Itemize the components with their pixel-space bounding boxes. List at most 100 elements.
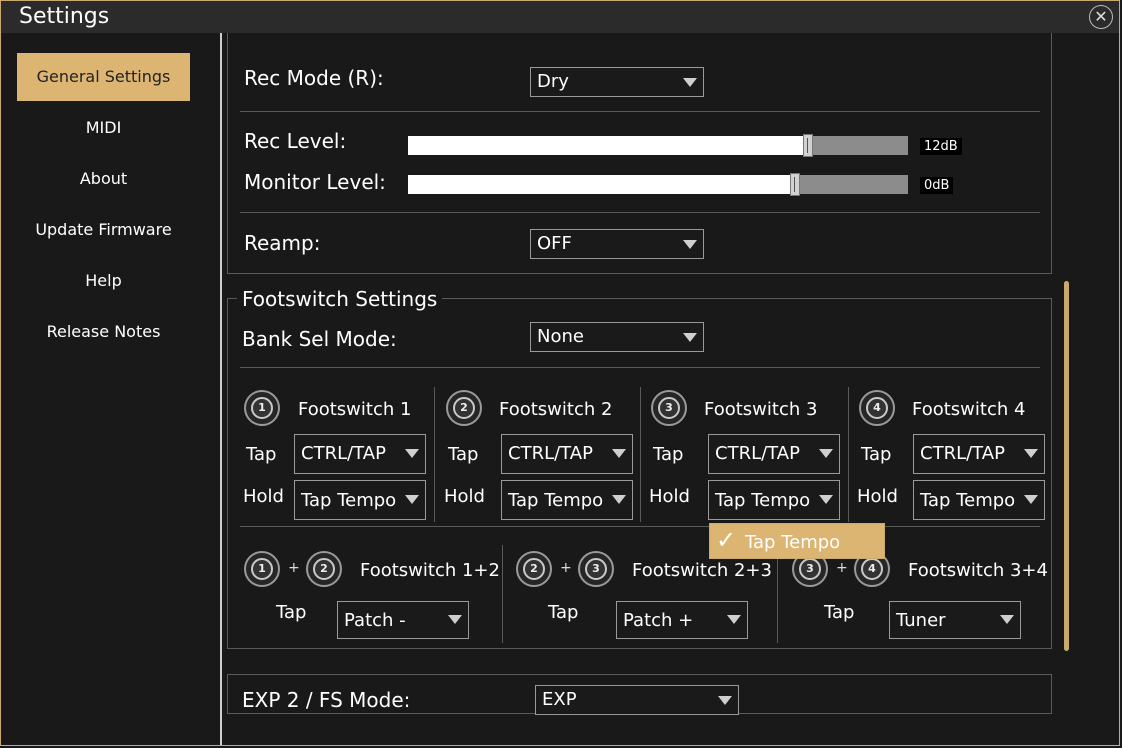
close-icon[interactable]: ✕ [1089,5,1113,29]
combo-1-tap-select[interactable]: Patch - [337,601,469,639]
chevron-down-icon [612,449,626,458]
chevron-down-icon [448,615,462,624]
divider [434,387,435,522]
title-bar: Settings ✕ [1,1,1119,33]
combo-2-b-number: 3 [585,558,607,580]
footswitch-2-hold-select[interactable]: Tap Tempo [501,480,633,520]
sidebar: General Settings MIDI About Update Firmw… [1,33,220,745]
reamp-label: Reamp: [244,231,321,255]
footswitch-4-hold-select[interactable]: Tap Tempo [913,480,1045,520]
combo-1-b-number: 2 [313,558,335,580]
plus-icon: + [288,560,300,576]
monitor-level-readout: 0dB [920,177,954,194]
exp-mode-select[interactable]: EXP [535,685,739,715]
bank-sel-mode-label: Bank Sel Mode: [242,327,397,351]
combo-2-tap-value: Patch + [623,610,694,631]
combo-1-a-number: 1 [251,558,273,580]
footswitch-1-icon: 1 [244,390,280,426]
divider [502,545,503,643]
dropdown-option-tap-tempo[interactable]: Tap Tempo [745,532,840,553]
monitor-level-label: Monitor Level: [244,170,386,194]
combo-2-tap-label: Tap [548,602,579,623]
bank-sel-mode-select[interactable]: None [530,322,704,352]
footswitch-3-tap-value: CTRL/TAP [715,443,800,464]
plus-icon: + [560,560,572,576]
rec-level-thumb[interactable] [803,134,813,157]
reamp-select[interactable]: OFF [530,229,704,259]
sidebar-item-release-notes[interactable]: Release Notes [17,308,190,356]
combo-2-a-number: 2 [523,558,545,580]
divider [240,111,1040,112]
footswitch-3-tap-select[interactable]: CTRL/TAP [708,434,840,474]
footswitch-2-icon: 2 [306,551,342,587]
footswitch-4-name: Footswitch 4 [912,399,1026,420]
rec-mode-value: Dry [537,71,569,92]
scrollbar[interactable] [1064,281,1069,651]
divider [640,387,641,522]
footswitch-4-number: 4 [866,397,888,419]
divider [240,212,1040,213]
combo-2-name: Footswitch 2+3 [632,560,772,581]
sidebar-item-update-firmware[interactable]: Update Firmware [17,206,190,254]
hold-dropdown-menu[interactable]: ✓ Tap Tempo [709,523,885,559]
footswitch-1-hold-select[interactable]: Tap Tempo [294,480,426,520]
rec-mode-select[interactable]: Dry [530,67,704,97]
footswitch-1-number: 1 [251,397,273,419]
footswitch-4-tap-select[interactable]: CTRL/TAP [913,434,1045,474]
footswitch-3-hold-label: Hold [649,486,690,507]
footswitch-2-icon: 2 [446,390,482,426]
window-title: Settings [19,4,110,29]
plus-icon: + [836,560,848,576]
combo-2-tap-select[interactable]: Patch + [616,601,748,639]
chevron-down-icon [1024,495,1038,504]
chevron-down-icon [683,240,697,249]
footswitch-1-hold-label: Hold [243,486,284,507]
footswitch-4-icon: 4 [859,390,895,426]
chevron-down-icon [1024,449,1038,458]
footswitch-4-hold-value: Tap Tempo [920,490,1016,511]
chevron-down-icon [718,696,732,705]
footswitch-1-hold-value: Tap Tempo [301,490,397,511]
sidebar-item-general-settings[interactable]: General Settings [17,53,190,101]
footswitch-2-icon: 2 [516,551,552,587]
footswitch-2-tap-select[interactable]: CTRL/TAP [501,434,633,474]
combo-1-name: Footswitch 1+2 [360,560,500,581]
monitor-level-slider[interactable] [408,173,908,196]
combo-1-tap-label: Tap [276,602,307,623]
rec-level-fill [408,136,808,155]
chevron-down-icon [727,615,741,624]
divider [240,367,1040,368]
footswitch-3-hold-select[interactable]: Tap Tempo [708,480,840,520]
divider [777,545,778,643]
footswitch-1-tap-value: CTRL/TAP [301,443,386,464]
footswitch-3-hold-value: Tap Tempo [715,490,811,511]
rec-level-slider[interactable] [408,134,908,157]
footswitch-3-icon: 3 [578,551,614,587]
monitor-level-thumb[interactable] [789,173,800,196]
chevron-down-icon [405,495,419,504]
sidebar-item-about[interactable]: About [17,155,190,203]
reamp-value: OFF [537,233,572,254]
combo-3-a-number: 3 [799,558,821,580]
exp-mode-label: EXP 2 / FS Mode: [242,688,411,712]
chevron-down-icon [1000,615,1014,624]
combo-3-tap-select[interactable]: Tuner [889,601,1021,639]
footswitch-1-tap-select[interactable]: CTRL/TAP [294,434,426,474]
footswitch-4-hold-label: Hold [857,486,898,507]
footswitch-1-icon: 1 [244,551,280,587]
combo-3-b-number: 4 [861,558,883,580]
footswitch-1-tap-label: Tap [246,444,277,465]
footswitch-2-hold-label: Hold [444,486,485,507]
check-icon: ✓ [716,526,737,554]
footswitch-4-tap-value: CTRL/TAP [920,443,1005,464]
sidebar-item-help[interactable]: Help [17,257,190,305]
rec-level-readout: 12dB [920,138,962,155]
footswitch-4-tap-label: Tap [861,444,892,465]
footswitch-3-tap-label: Tap [653,444,684,465]
exp-mode-value: EXP [542,689,577,710]
settings-window: Settings ✕ General Settings MIDI About U… [0,0,1120,746]
combo-3-tap-label: Tap [824,602,855,623]
settings-content: Rec Mode (R): Dry Rec Level: 12dB Monito… [222,33,1121,745]
footswitch-1-name: Footswitch 1 [298,399,412,420]
sidebar-item-midi[interactable]: MIDI [17,104,190,152]
